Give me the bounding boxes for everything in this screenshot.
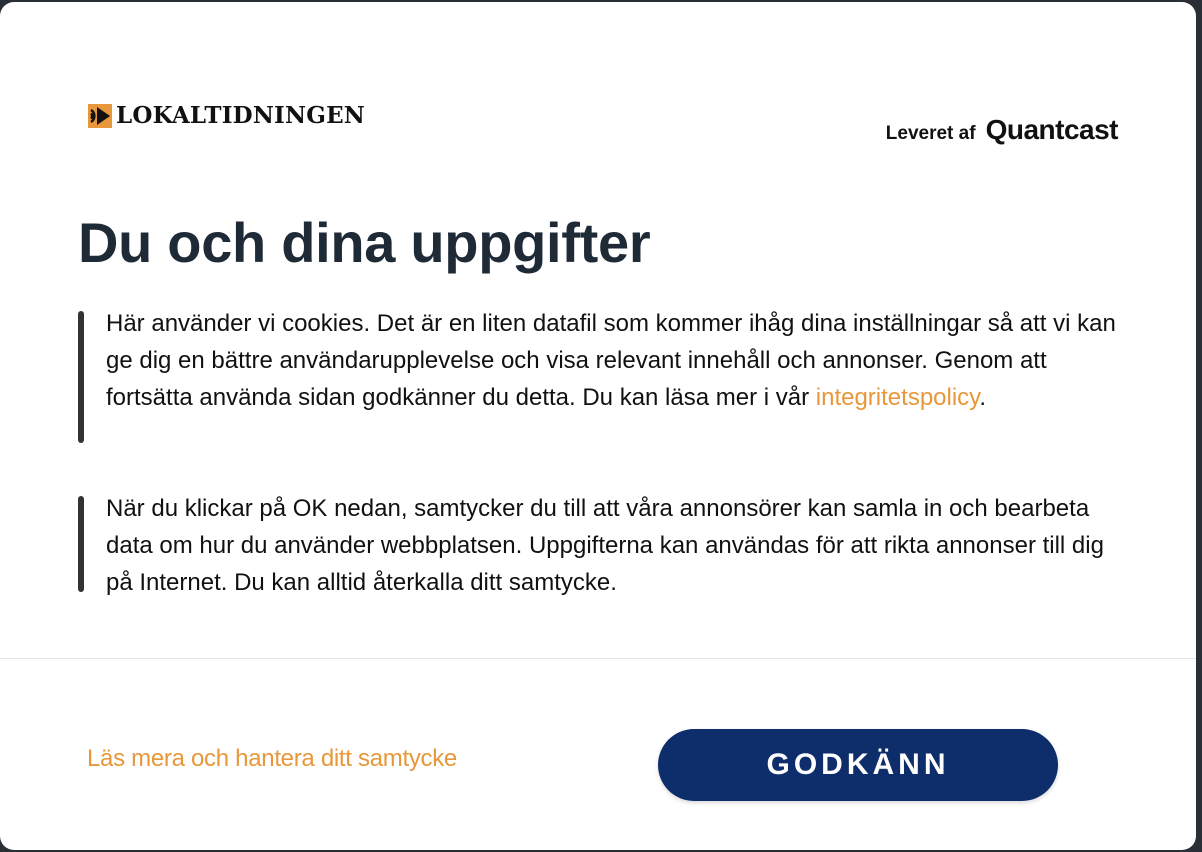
provider-label: Leveret af bbox=[885, 123, 976, 144]
consent-dialog: LOKALTIDNINGEN Leveret af Quantcast Du o… bbox=[0, 2, 1196, 850]
paragraph-accent-bar bbox=[78, 496, 84, 592]
provider-attribution: Leveret af Quantcast bbox=[885, 114, 1119, 146]
dialog-title: Du och dina uppgifter bbox=[78, 211, 651, 274]
consent-info-paragraph: När du klickar på OK nedan, samtycker du… bbox=[78, 490, 1123, 601]
cookie-info-paragraph: Här använder vi cookies. Det är en liten… bbox=[78, 305, 1123, 443]
logo-text: LOKALTIDNINGEN bbox=[116, 102, 366, 129]
cookie-info-text-end: . bbox=[979, 384, 987, 411]
accept-button[interactable]: GODKÄNN bbox=[658, 729, 1058, 801]
footer-divider bbox=[0, 658, 1196, 659]
consent-info-text: När du klickar på OK nedan, samtycker du… bbox=[106, 495, 1104, 596]
paragraph-accent-bar bbox=[78, 311, 84, 443]
provider-brand-logo: Quantcast bbox=[985, 114, 1119, 145]
privacy-policy-link[interactable]: integritetspolicy bbox=[816, 384, 980, 411]
manage-consent-link[interactable]: Läs mera och hantera ditt samtycke bbox=[87, 745, 457, 773]
signal-waves-icon bbox=[88, 104, 112, 128]
site-logo: LOKALTIDNINGEN bbox=[88, 103, 365, 129]
